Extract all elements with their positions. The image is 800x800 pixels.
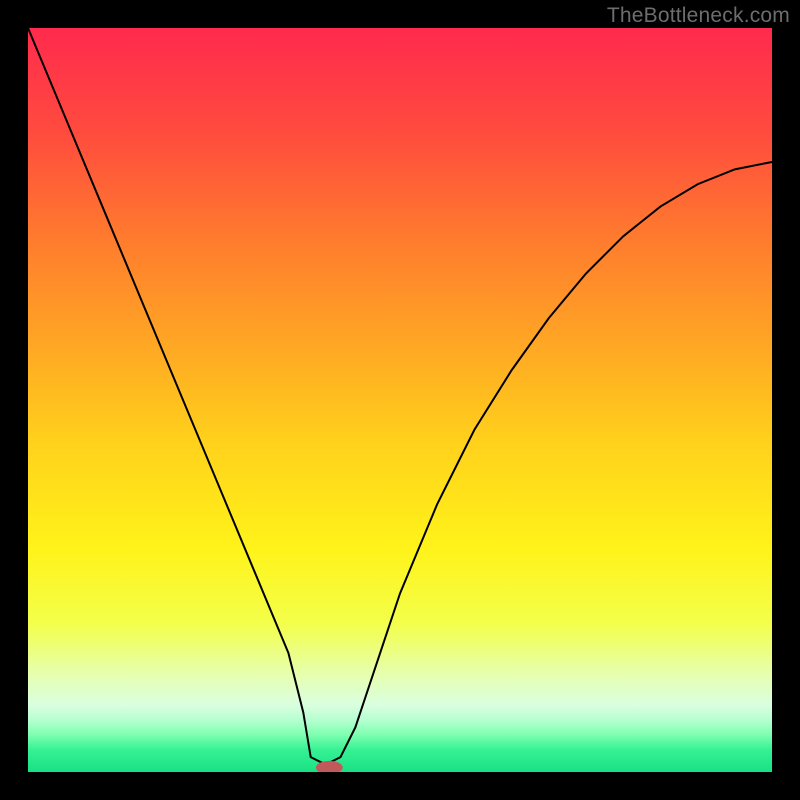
chart-svg [28,28,772,772]
chart-frame: TheBottleneck.com [0,0,800,800]
plot-area [28,28,772,772]
watermark-text: TheBottleneck.com [607,4,790,28]
gradient-rect [28,28,772,772]
